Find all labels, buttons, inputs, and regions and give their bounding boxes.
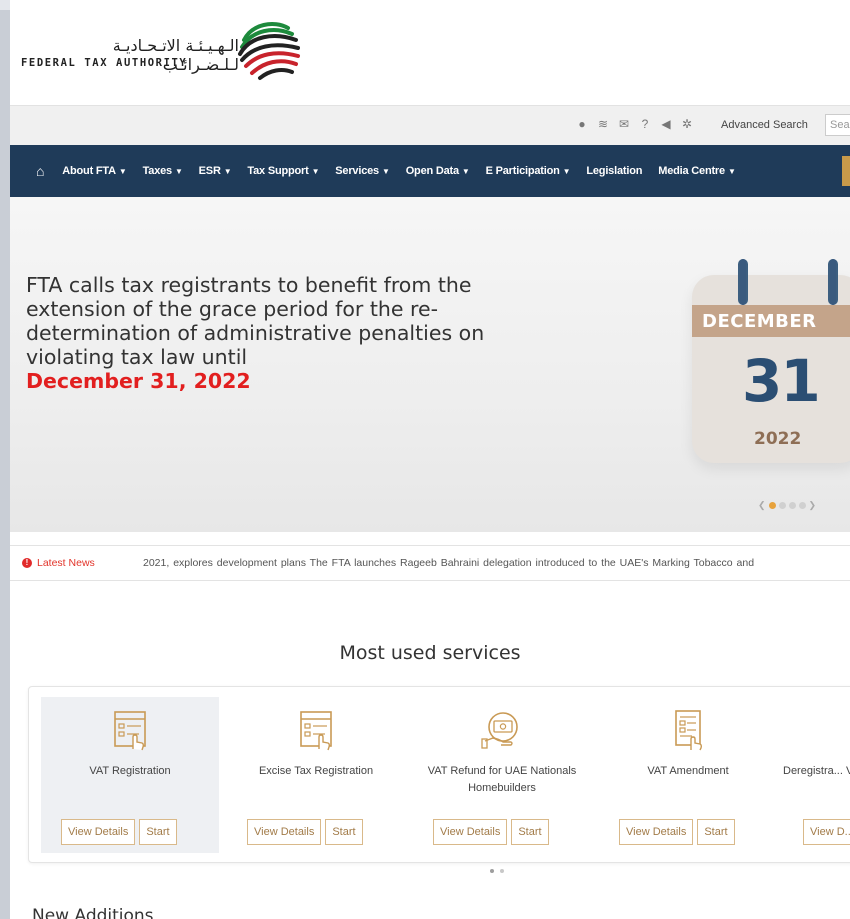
gear-icon[interactable]: ✲ [681, 117, 693, 131]
slider-dot[interactable] [788, 502, 796, 509]
services-section-title: Most used services [339, 642, 521, 664]
chevron-down-icon: ▼ [562, 167, 571, 176]
nav-item-label: Legislation [586, 165, 643, 177]
service-label: VAT Amendment [647, 765, 729, 777]
calendar-ring-icon [828, 259, 838, 305]
chevron-down-icon: ▼ [174, 167, 183, 176]
new-additions-title: New Additions [32, 906, 154, 919]
alert-icon: ! [22, 558, 32, 568]
info-icon[interactable]: ● [576, 117, 588, 131]
nav-item-open-data[interactable]: Open Data ▼ [398, 165, 478, 177]
nav-item-e-participation[interactable]: E Participation ▼ [478, 165, 579, 177]
services-carousel: VAT Registration View Details Start Exci… [28, 686, 850, 863]
slider-dot[interactable] [768, 502, 776, 509]
nav-item-label: About FTA [62, 165, 116, 177]
news-ticker: ! Latest News 2021, explores development… [10, 545, 850, 581]
nav-item-label: Taxes [142, 165, 173, 177]
service-card-vat-refund[interactable]: VAT Refund for UAE Nationals Homebuilder… [413, 697, 591, 853]
chevron-down-icon: ▼ [223, 167, 232, 176]
view-details-button[interactable]: View D... [803, 819, 850, 845]
nav-item-about-fta[interactable]: About FTA ▼ [54, 165, 134, 177]
calendar-month: DECEMBER [702, 311, 817, 332]
slider-dot[interactable] [778, 502, 786, 509]
chevron-down-icon: ▼ [727, 167, 736, 176]
registration-form-icon [300, 711, 332, 751]
hero-slider[interactable]: FTA calls tax registrants to benefit fro… [10, 197, 850, 532]
chevron-down-icon: ▼ [311, 167, 320, 176]
chevron-down-icon: ▼ [461, 167, 470, 176]
start-button[interactable]: Start [697, 819, 735, 845]
slider-pagination: ❮ ❯ [758, 500, 816, 511]
services-pagination [490, 869, 504, 873]
carousel-dot[interactable] [500, 869, 504, 873]
carousel-dot[interactable] [490, 869, 494, 873]
view-details-button[interactable]: View Details [619, 819, 694, 845]
fta-logo-icon[interactable] [230, 18, 310, 82]
wifi-icon[interactable]: ≋ [597, 117, 609, 131]
view-details-button[interactable]: View Details [247, 819, 322, 845]
nav-item-tax-support[interactable]: Tax Support ▼ [239, 165, 327, 177]
service-card-vat-registration[interactable]: VAT Registration View Details Start [41, 697, 219, 853]
service-label: Deregistra... VAT Gro... [783, 765, 850, 777]
utility-bar: ● ≋ ✉ ? ◀ ✲ Advanced Search Sea [10, 105, 850, 146]
hero-highlight-date: December 31, 2022 [26, 369, 251, 393]
email-icon[interactable]: ✉ [618, 117, 630, 131]
registration-form-icon [114, 711, 146, 751]
nav-item-label: ESR [198, 165, 221, 177]
speaker-icon[interactable]: ◀ [660, 117, 672, 131]
advanced-search-link[interactable]: Advanced Search [721, 119, 808, 131]
hero-headline-text: FTA calls tax registrants to benefit fro… [26, 273, 485, 369]
service-card-excise-tax-registration[interactable]: Excise Tax Registration View Details Sta… [227, 697, 405, 853]
search-input[interactable]: Sea [825, 114, 850, 136]
nav-item-services[interactable]: Services ▼ [327, 165, 397, 177]
help-icon[interactable]: ? [639, 117, 651, 131]
nav-item-legislation[interactable]: Legislation [578, 165, 650, 177]
service-label: VAT Registration [89, 765, 171, 777]
home-icon[interactable]: ⌂ [28, 163, 54, 179]
service-label: Excise Tax Registration [258, 765, 374, 777]
news-ticker-text[interactable]: 2021, explores development plans The FTA… [143, 557, 754, 569]
service-card-vat-amendment[interactable]: VAT Amendment View Details Start [599, 697, 777, 853]
nav-item-taxes[interactable]: Taxes ▼ [135, 165, 191, 177]
chevron-down-icon: ▼ [118, 167, 127, 176]
page: الـهـيـئـة الاتـحـاديـة لـلـضـرائـب FEDE… [10, 0, 850, 919]
document-edit-icon [675, 710, 703, 751]
hero-headline[interactable]: FTA calls tax registrants to benefit fro… [26, 273, 496, 393]
site-header: الـهـيـئـة الاتـحـاديـة لـلـضـرائـب FEDE… [10, 0, 850, 105]
nav-item-label: Services [335, 165, 379, 177]
service-label: VAT Refund for UAE Nationals Homebuilder… [427, 765, 577, 794]
calendar-year: 2022 [754, 429, 802, 449]
nav-item-media-centre[interactable]: Media Centre ▼ [650, 165, 743, 177]
calendar-graphic: DECEMBER 31 2022 [692, 259, 850, 463]
chevron-down-icon: ▼ [381, 167, 390, 176]
main-nav: ⌂ About FTA ▼ Taxes ▼ ESR ▼ Tax Support ▼ Se… [10, 145, 850, 197]
calendar-ring-icon [738, 259, 748, 305]
start-button[interactable]: Start [325, 819, 363, 845]
chevron-left-icon[interactable]: ❮ [758, 500, 766, 511]
nav-item-label: Tax Support [247, 165, 309, 177]
calendar-day: 31 [742, 347, 821, 415]
nav-highlight-button[interactable] [842, 156, 850, 186]
nav-item-esr[interactable]: ESR ▼ [191, 165, 240, 177]
chevron-right-icon[interactable]: ❯ [809, 500, 817, 511]
nav-item-label: Media Centre [658, 165, 725, 177]
service-card-deregistration[interactable]: Deregistra... VAT Gro... View D... [783, 697, 850, 853]
slider-dot[interactable] [798, 502, 806, 509]
refund-icon [481, 712, 518, 749]
view-details-button[interactable]: View Details [61, 819, 136, 845]
nav-item-label: Open Data [405, 165, 459, 177]
nav-item-label: E Participation [485, 165, 560, 177]
start-button[interactable]: Start [511, 819, 549, 845]
logo-english-text: FEDERAL TAX AUTHORITY [21, 57, 188, 69]
view-details-button[interactable]: View Details [433, 819, 508, 845]
latest-news-label[interactable]: Latest News [37, 557, 95, 569]
start-button[interactable]: Start [139, 819, 177, 845]
